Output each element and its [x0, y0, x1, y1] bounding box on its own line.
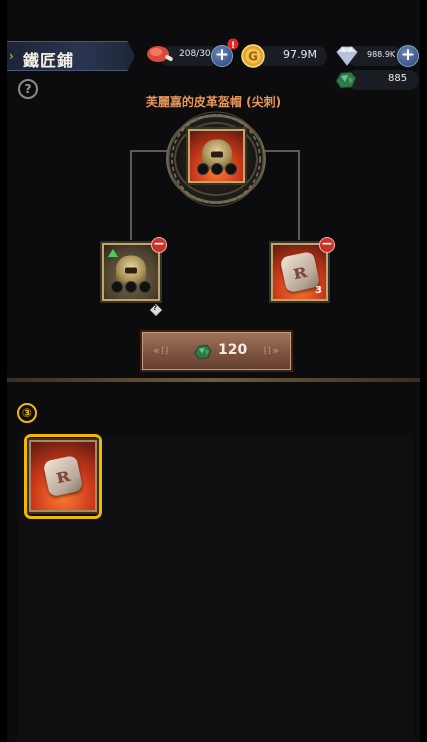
crafted-item-name: 芙麗嘉的皮革盔帽 (尖刺)	[145, 95, 282, 109]
tree-line-left-vertical	[130, 150, 132, 240]
gold-resource: G 97.9M	[241, 44, 327, 68]
button-ornament-left: «⁞⁞	[153, 344, 170, 357]
green-gem-icon	[335, 71, 357, 89]
page-title: 鐵匠鋪	[23, 51, 75, 70]
svg-text:G: G	[248, 50, 258, 64]
add-diamond-button[interactable]: +	[397, 45, 419, 67]
rune-count: 3	[315, 285, 322, 296]
diamond-icon	[336, 46, 358, 66]
material-slot-rune[interactable]: ʀ 3	[271, 243, 328, 301]
left-frame-border	[0, 0, 7, 742]
rune-stone-icon: ʀ	[279, 250, 320, 294]
unknown-marker: ?	[153, 304, 158, 312]
gem-resource: 885	[333, 69, 421, 91]
socket-orbs	[111, 281, 151, 293]
gold-value: 97.9M	[283, 48, 317, 61]
diamond-value: 988.9K	[367, 50, 396, 59]
upgrade-arrow-icon	[108, 249, 118, 257]
result-item-slot[interactable]	[188, 129, 245, 183]
inventory-slot-rune[interactable]: ʀ	[29, 440, 97, 512]
stamina-value: 208/30	[179, 49, 211, 59]
craft-cost: 120	[218, 342, 248, 358]
drumstick-icon	[147, 46, 173, 62]
remove-rune-button[interactable]: −	[319, 237, 335, 253]
step-badge: ③	[17, 403, 37, 423]
alert-badge-icon: !	[227, 38, 239, 50]
gem-value: 885	[388, 73, 408, 84]
material-slot-helmet[interactable]	[102, 243, 160, 301]
button-ornament-right: ⁞⁞»	[263, 344, 280, 357]
diamond-resource: 988.9K +	[333, 45, 421, 67]
remove-helmet-button[interactable]: −	[151, 237, 167, 253]
craft-button[interactable]: «⁞⁞ ⁞⁞» 120	[142, 332, 291, 370]
back-arrow-icon[interactable]: ›	[9, 49, 14, 63]
green-gem-icon	[194, 345, 212, 359]
shop-title-tab: › 鐵匠鋪	[7, 41, 135, 71]
gold-coin-icon: G	[241, 44, 265, 68]
socket-orbs	[196, 163, 237, 175]
svg-text:!: !	[231, 41, 235, 50]
tree-line-right-vertical	[298, 150, 300, 240]
stamina-resource: 208/30 + !	[145, 38, 239, 67]
right-frame-border	[420, 0, 427, 742]
rune-stone-icon: ʀ	[42, 454, 84, 498]
